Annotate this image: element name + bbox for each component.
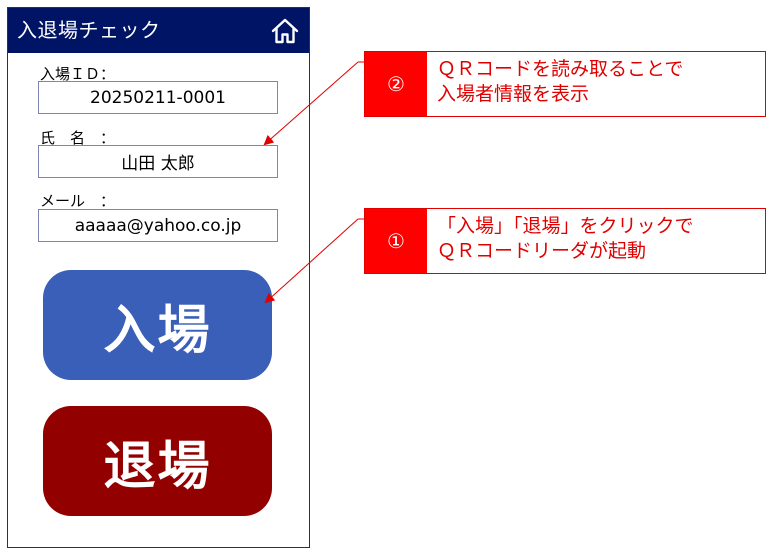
callout-arrows — [263, 61, 364, 304]
arrow-to-name-field — [263, 61, 359, 146]
arrow-to-enter-button — [264, 218, 359, 304]
